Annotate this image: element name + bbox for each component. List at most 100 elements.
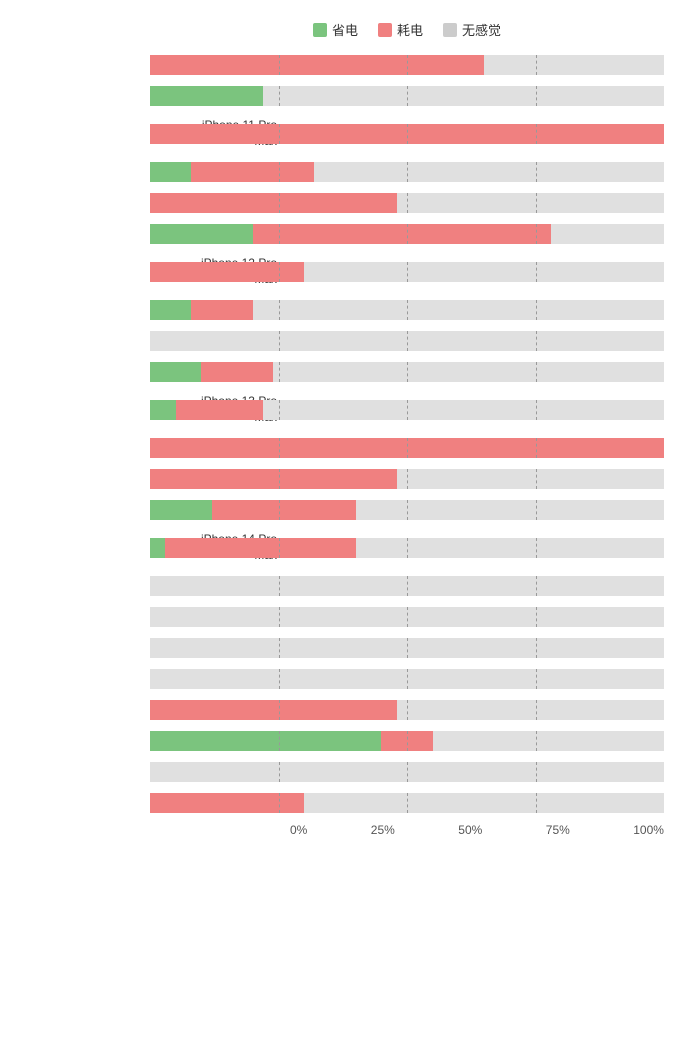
grid-line (407, 400, 408, 420)
bar-track (150, 469, 664, 489)
x-axis: 0% 25% 50% 75% 100% (150, 823, 664, 837)
legend-label-gray: 无感觉 (462, 20, 501, 39)
bar-segment-red (150, 469, 397, 489)
bar-segment-green (150, 300, 191, 320)
bar-track (150, 538, 664, 558)
legend-item-green: 省电 (313, 20, 358, 39)
grid-line (407, 500, 408, 520)
bar-segment-red (150, 793, 304, 813)
grid-line (407, 669, 408, 689)
bar-segment-red (150, 262, 304, 282)
bar-track (150, 762, 664, 782)
bar-row: iPhone 12 Pro Max (150, 251, 664, 293)
bar-track (150, 669, 664, 689)
x-label-50: 50% (458, 823, 482, 837)
bar-segment-green (150, 362, 201, 382)
grid-line (536, 300, 537, 320)
grid-line (279, 86, 280, 106)
grid-line (407, 438, 408, 458)
bar-row: iPhone 11 Pro (150, 82, 664, 110)
bar-track (150, 500, 664, 520)
bar-row: iPhone 14 Pro Max (150, 527, 664, 569)
grid-line (407, 700, 408, 720)
legend-label-red: 耗电 (397, 20, 423, 39)
bar-track (150, 638, 664, 658)
legend: 省电 耗电 无感觉 (10, 20, 664, 39)
grid-line (407, 86, 408, 106)
grid-line (407, 793, 408, 813)
grid-line (536, 538, 537, 558)
bar-track (150, 162, 664, 182)
grid-line (279, 362, 280, 382)
bar-row: iPhone 14 Pro (150, 496, 664, 524)
grid-line (279, 793, 280, 813)
bar-segment-red (212, 500, 356, 520)
grid-line (279, 331, 280, 351)
grid-line (536, 193, 537, 213)
bar-row: iPhone XS (150, 758, 664, 786)
chart-area: iPhone 11iPhone 11 ProiPhone 11 Pro Maxi… (10, 51, 664, 837)
grid-line (279, 193, 280, 213)
grid-line (407, 538, 408, 558)
grid-line (536, 669, 537, 689)
grid-line (407, 331, 408, 351)
bar-segment-red (253, 224, 551, 244)
grid-line (536, 700, 537, 720)
grid-line (407, 124, 408, 144)
bar-track (150, 576, 664, 596)
grid-line (407, 193, 408, 213)
grid-line (279, 538, 280, 558)
grid-line (536, 400, 537, 420)
grid-line (536, 362, 537, 382)
x-label-100: 100% (633, 823, 664, 837)
grid-line (536, 793, 537, 813)
grid-line (279, 224, 280, 244)
grid-line (407, 300, 408, 320)
grid-line (536, 576, 537, 596)
legend-dot-gray (443, 23, 457, 37)
grid-line (407, 362, 408, 382)
grid-line (279, 638, 280, 658)
legend-label-green: 省电 (332, 20, 358, 39)
legend-item-red: 耗电 (378, 20, 423, 39)
bar-row: iPhone SE 第3代 (150, 665, 664, 693)
bar-row: iPhone 13 Pro (150, 358, 664, 386)
grid-line (536, 607, 537, 627)
bar-segment-red (150, 700, 397, 720)
bar-segment-green (150, 400, 176, 420)
grid-line (536, 438, 537, 458)
bar-row: iPhone 11 Pro Max (150, 113, 664, 155)
bar-segment-red (191, 162, 314, 182)
grid-line (536, 731, 537, 751)
bar-row: iPhone 8 (150, 572, 664, 600)
bar-segment-green (150, 731, 381, 751)
grid-line (279, 300, 280, 320)
grid-line (279, 669, 280, 689)
bar-segment-red (176, 400, 263, 420)
bar-track (150, 793, 664, 813)
bar-track (150, 607, 664, 627)
grid-line (407, 638, 408, 658)
grid-line (407, 469, 408, 489)
bar-segment-green (150, 500, 212, 520)
grid-line (536, 55, 537, 75)
grid-line (279, 700, 280, 720)
grid-line (407, 224, 408, 244)
bar-row: iPhone 14 Plus (150, 465, 664, 493)
x-label-0: 0% (290, 823, 307, 837)
bar-row: iPhone XR (150, 727, 664, 755)
grid-line (536, 262, 537, 282)
bar-track (150, 55, 664, 75)
bar-segment-green (150, 86, 263, 106)
bar-segment-red (150, 193, 397, 213)
grid-line (407, 162, 408, 182)
bar-segment-red (165, 538, 355, 558)
grid-line (407, 731, 408, 751)
grid-line (536, 500, 537, 520)
bar-segment-red (201, 362, 273, 382)
grid-line (279, 469, 280, 489)
bar-row: iPhone 13 mini (150, 327, 664, 355)
bar-track (150, 331, 664, 351)
grid-line (536, 331, 537, 351)
grid-line (536, 762, 537, 782)
